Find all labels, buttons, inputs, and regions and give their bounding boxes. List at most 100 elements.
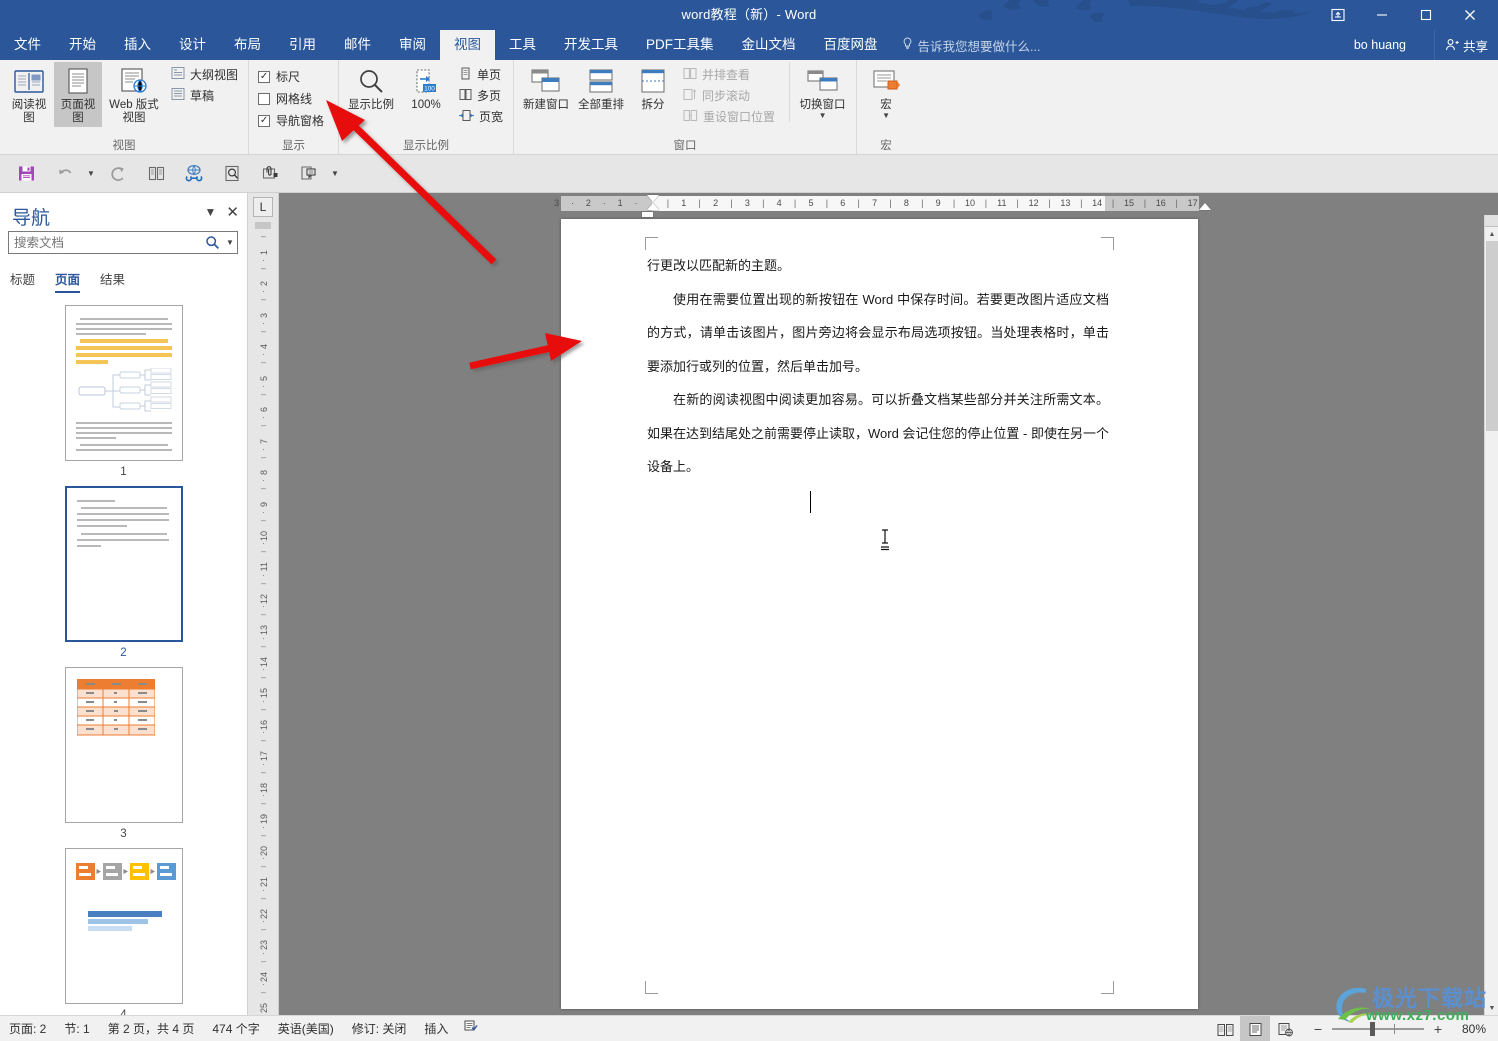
ruler-checkbox-row[interactable]: ✓ 标尺 xyxy=(254,66,304,87)
chevron-down-icon[interactable]: ▼ xyxy=(882,112,890,120)
page-thumbnail-2[interactable]: 2 xyxy=(0,486,247,659)
save-button[interactable] xyxy=(8,159,44,189)
ribbon-display-options-button[interactable] xyxy=(1316,0,1360,30)
gridlines-checkbox-row[interactable]: 网格线 xyxy=(254,88,316,109)
document-page[interactable]: 行更改以匹配新的主题。 使用在需要位置出现的新按钮在 Word 中保存时间。若要… xyxy=(561,219,1198,1009)
chevron-down-icon[interactable]: ▼ xyxy=(819,112,827,120)
read-mode-view-button[interactable] xyxy=(1210,1016,1240,1041)
nav-tab-results[interactable]: 结果 xyxy=(100,269,125,293)
navigation-pane-checkbox-row[interactable]: ✓ 导航窗格 xyxy=(254,110,328,131)
redo-button[interactable] xyxy=(100,159,136,189)
scroll-up-button[interactable]: ▲ xyxy=(1485,227,1498,241)
navigation-pane-label: 导航窗格 xyxy=(276,114,325,128)
web-layout-button[interactable]: Web 版式视图 xyxy=(103,62,165,127)
language[interactable]: 英语(美国) xyxy=(269,1016,343,1041)
tab-tools[interactable]: 工具 xyxy=(495,30,550,60)
multiple-pages-button[interactable]: 多页 xyxy=(454,85,508,106)
hanging-indent-marker[interactable] xyxy=(647,203,659,210)
proofing-icon[interactable] xyxy=(457,1016,484,1041)
zoom-button[interactable]: 显示比例 xyxy=(344,62,398,114)
view-side-by-side-button[interactable]: 并排查看 xyxy=(678,64,780,85)
insert-mode[interactable]: 插入 xyxy=(415,1016,457,1041)
tab-view[interactable]: 视图 xyxy=(440,30,495,60)
search-input[interactable] xyxy=(9,235,201,250)
split-button[interactable]: 拆分 xyxy=(629,62,677,114)
page-thumbnail-4[interactable]: 4 xyxy=(0,848,247,1015)
tell-me-box[interactable]: 告诉我您想要做什么... xyxy=(892,30,1051,60)
one-page-button[interactable]: 单页 xyxy=(454,64,508,85)
arrange-all-button[interactable]: 全部重排 xyxy=(574,62,628,114)
word-count[interactable]: 474 个字 xyxy=(203,1016,268,1041)
tab-pdf-toolkit[interactable]: PDF工具集 xyxy=(632,30,728,60)
vertical-ruler[interactable]: L 1– · 2– · 3– · 4– · 5– · 6– · 7– · 8– · 9– · 10– · 11– · 12–… xyxy=(248,193,279,1041)
read-view-button[interactable]: 阅读视图 xyxy=(5,62,53,127)
zoom-out-button[interactable]: − xyxy=(1310,1022,1326,1036)
search-icon[interactable] xyxy=(201,235,223,250)
new-comment-button[interactable] xyxy=(290,159,326,189)
macros-button[interactable]: 宏 ▼ xyxy=(862,62,910,122)
tab-kingsoft-docs[interactable]: 金山文档 xyxy=(728,30,810,60)
tab-design[interactable]: 设计 xyxy=(165,30,220,60)
print-preview-button[interactable] xyxy=(214,159,250,189)
undo-dropdown[interactable]: ▼ xyxy=(84,159,98,189)
reset-window-position-button[interactable]: 重设窗口位置 xyxy=(678,106,780,127)
ruler-checkbox[interactable]: ✓ xyxy=(258,70,271,83)
draft-view-button[interactable]: 草稿 xyxy=(166,85,243,106)
web-layout-view-button[interactable] xyxy=(1270,1016,1300,1041)
outline-view-button[interactable]: 大纲视图 xyxy=(166,64,243,85)
vertical-scrollbar[interactable]: ▲ ▼ xyxy=(1484,215,1498,1015)
search-options-dropdown[interactable]: ▼ xyxy=(223,238,237,247)
document-body-text[interactable]: 行更改以匹配新的主题。 使用在需要位置出现的新按钮在 Word 中保存时间。若要… xyxy=(647,249,1109,484)
horizontal-ruler[interactable]: 3 · 2 · 1 · 1 | 2 | 3 | 4 | 5 | 6 | 7 | 8 | 9 | 10 | 11 | 12 | 13 | 14 | 1… xyxy=(279,193,1498,218)
tab-home[interactable]: 开始 xyxy=(55,30,110,60)
tab-mailings[interactable]: 邮件 xyxy=(330,30,385,60)
navigation-pane-checkbox[interactable]: ✓ xyxy=(258,114,271,127)
hyperlink-button[interactable] xyxy=(176,159,212,189)
page-count[interactable]: 第 2 页，共 4 页 xyxy=(99,1016,204,1041)
tab-developer[interactable]: 开发工具 xyxy=(550,30,632,60)
print-layout-view-button[interactable] xyxy=(1240,1016,1270,1041)
page-width-button[interactable]: 页宽 xyxy=(454,106,508,127)
maximize-button[interactable] xyxy=(1404,0,1448,30)
page-thumbnails-list[interactable]: 1 2 3 4 xyxy=(0,297,247,1015)
right-indent-marker[interactable] xyxy=(1199,203,1211,210)
compare-button[interactable] xyxy=(138,159,174,189)
tab-baidu-netdisk[interactable]: 百度网盘 xyxy=(810,30,892,60)
undo-button[interactable] xyxy=(46,159,82,189)
zoom-100-button[interactable]: 100 100% xyxy=(399,62,453,114)
ruler-tick-2: 2 xyxy=(713,198,719,208)
customize-quick-access-toolbar[interactable]: ▼ xyxy=(328,159,342,189)
print-layout-button[interactable]: 页面视图 xyxy=(54,62,102,127)
close-button[interactable] xyxy=(1448,0,1492,30)
split-window-handle[interactable] xyxy=(1485,215,1498,227)
tab-references[interactable]: 引用 xyxy=(275,30,330,60)
chevron-down-icon[interactable]: ▼ xyxy=(205,205,217,219)
account-name[interactable]: bo huang xyxy=(1354,30,1406,60)
left-indent-marker[interactable] xyxy=(641,211,654,218)
nav-tab-headings[interactable]: 标题 xyxy=(10,269,35,293)
close-icon[interactable]: ✕ xyxy=(226,203,239,221)
minimize-button[interactable] xyxy=(1360,0,1404,30)
new-window-button[interactable]: 新建窗口 xyxy=(519,62,573,114)
ruler-minor-tick: | xyxy=(793,198,797,208)
synchronous-scrolling-button[interactable]: 同步滚动 xyxy=(678,85,780,106)
tab-stop-selector[interactable]: L xyxy=(253,197,273,217)
page-thumbnail-3[interactable]: 3 xyxy=(0,667,247,840)
attachment-button[interactable] xyxy=(252,159,288,189)
scrollbar-thumb[interactable] xyxy=(1486,241,1498,431)
page-indicator[interactable]: 页面: 2 xyxy=(0,1016,55,1041)
switch-windows-button[interactable]: 切换窗口 ▼ xyxy=(789,62,851,122)
tab-review[interactable]: 审阅 xyxy=(385,30,440,60)
page-thumbnail-1[interactable]: 1 xyxy=(0,305,247,478)
nav-tab-pages[interactable]: 页面 xyxy=(55,269,81,293)
tab-insert[interactable]: 插入 xyxy=(110,30,165,60)
ribbon-group-views: 阅读视图 页面视图 Web 版式视图 大纲视图 草稿 视图 xyxy=(0,60,248,154)
first-line-indent-marker[interactable] xyxy=(647,195,659,202)
navigation-search-box[interactable]: ▼ xyxy=(8,231,238,254)
tab-file[interactable]: 文件 xyxy=(0,30,55,60)
gridlines-checkbox[interactable] xyxy=(258,92,271,105)
section-indicator[interactable]: 节: 1 xyxy=(55,1016,98,1041)
share-button[interactable]: 共享 xyxy=(1433,30,1498,60)
tab-layout[interactable]: 布局 xyxy=(220,30,275,60)
track-changes[interactable]: 修订: 关闭 xyxy=(343,1016,416,1041)
